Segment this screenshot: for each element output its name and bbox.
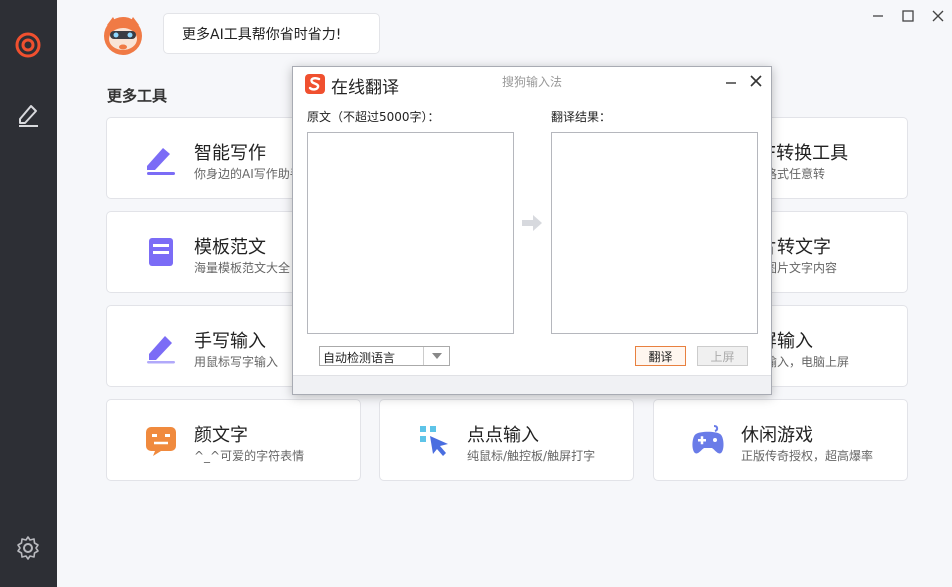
minimize-icon: [726, 82, 736, 84]
cursor-click-icon: [420, 426, 448, 456]
section-title: 更多工具: [107, 87, 168, 105]
minimize-icon: [873, 15, 883, 17]
tool-card-desc: 用鼠标写字输入: [194, 355, 279, 369]
promo-bubble-text: 更多AI工具帮你省时省力!: [182, 26, 342, 43]
mascot-avatar-icon[interactable]: [101, 13, 145, 57]
pen-write-icon: [147, 148, 175, 175]
language-select[interactable]: 自动检测语言: [319, 346, 450, 366]
sidebar: [0, 0, 57, 587]
handwrite-pen-icon: [147, 336, 175, 364]
sidebar-item-home[interactable]: [11, 28, 45, 62]
source-label: 原文（不超过5000字）：: [307, 110, 440, 124]
maximize-icon: [902, 10, 914, 22]
result-text-output[interactable]: [551, 132, 758, 334]
template-icon: [149, 238, 173, 266]
promo-bubble[interactable]: 更多AI工具帮你省时省力!: [163, 13, 380, 54]
language-select-value: 自动检测语言: [323, 351, 396, 365]
tool-card[interactable]: 点点输入纯鼠标/触控板/触屏打字: [379, 399, 634, 481]
tool-card-desc: 你身边的AI写作助手: [194, 167, 302, 181]
arrow-right-icon: [522, 215, 542, 231]
close-window-button[interactable]: [928, 6, 948, 26]
dialog-ime-label: 搜狗输入法: [502, 75, 563, 89]
tool-card-title: 手写输入: [194, 331, 266, 352]
tool-card[interactable]: 颜文字 ^_^可爱的字符表情: [106, 399, 361, 481]
tool-card-title: 休闲游戏: [741, 425, 813, 446]
sidebar-item-tools[interactable]: [11, 97, 45, 131]
maximize-button[interactable]: [898, 6, 918, 26]
tool-card-desc: 正版传奇授权，超高爆率: [741, 449, 874, 463]
tool-card-title: 点点输入: [467, 425, 539, 446]
tool-card-title: 智能写作: [194, 143, 266, 164]
tool-card-desc: ^_^可爱的字符表情: [194, 449, 305, 463]
source-text-input[interactable]: [307, 132, 514, 334]
emoticon-icon: [146, 427, 176, 456]
tool-card-title: 模板范文: [194, 237, 266, 258]
translate-dialog: 在线翻译 搜狗输入法 原文（不超过5000字）： 翻译结果： 自动检测语言 翻译…: [292, 66, 772, 395]
sogou-s-logo-icon: [305, 74, 325, 94]
send-to-screen-button[interactable]: 上屏: [697, 346, 748, 366]
gamepad-icon: [692, 425, 724, 454]
tool-card-desc: 海量模板范文大全: [194, 261, 291, 275]
tool-card-desc: 纯鼠标/触控板/触屏打字: [467, 449, 596, 463]
tool-card[interactable]: 休闲游戏正版传奇授权，超高爆率: [653, 399, 908, 481]
close-icon: [932, 10, 944, 22]
translate-button[interactable]: 翻译: [635, 346, 686, 366]
dialog-minimize-button[interactable]: [721, 71, 741, 91]
minimize-button[interactable]: [868, 6, 888, 26]
tool-card-title: 颜文字: [194, 425, 248, 446]
close-icon: [750, 75, 762, 87]
dialog-title: 在线翻译: [331, 78, 399, 98]
settings-button[interactable]: [11, 531, 45, 565]
pen-icon: [19, 105, 38, 127]
dialog-footer: [293, 375, 771, 394]
sogou-logo-icon: [15, 32, 41, 58]
chevron-down-icon: [423, 347, 449, 365]
result-label: 翻译结果：: [551, 110, 612, 124]
dialog-close-button[interactable]: [746, 71, 766, 91]
gear-icon: [17, 536, 39, 560]
